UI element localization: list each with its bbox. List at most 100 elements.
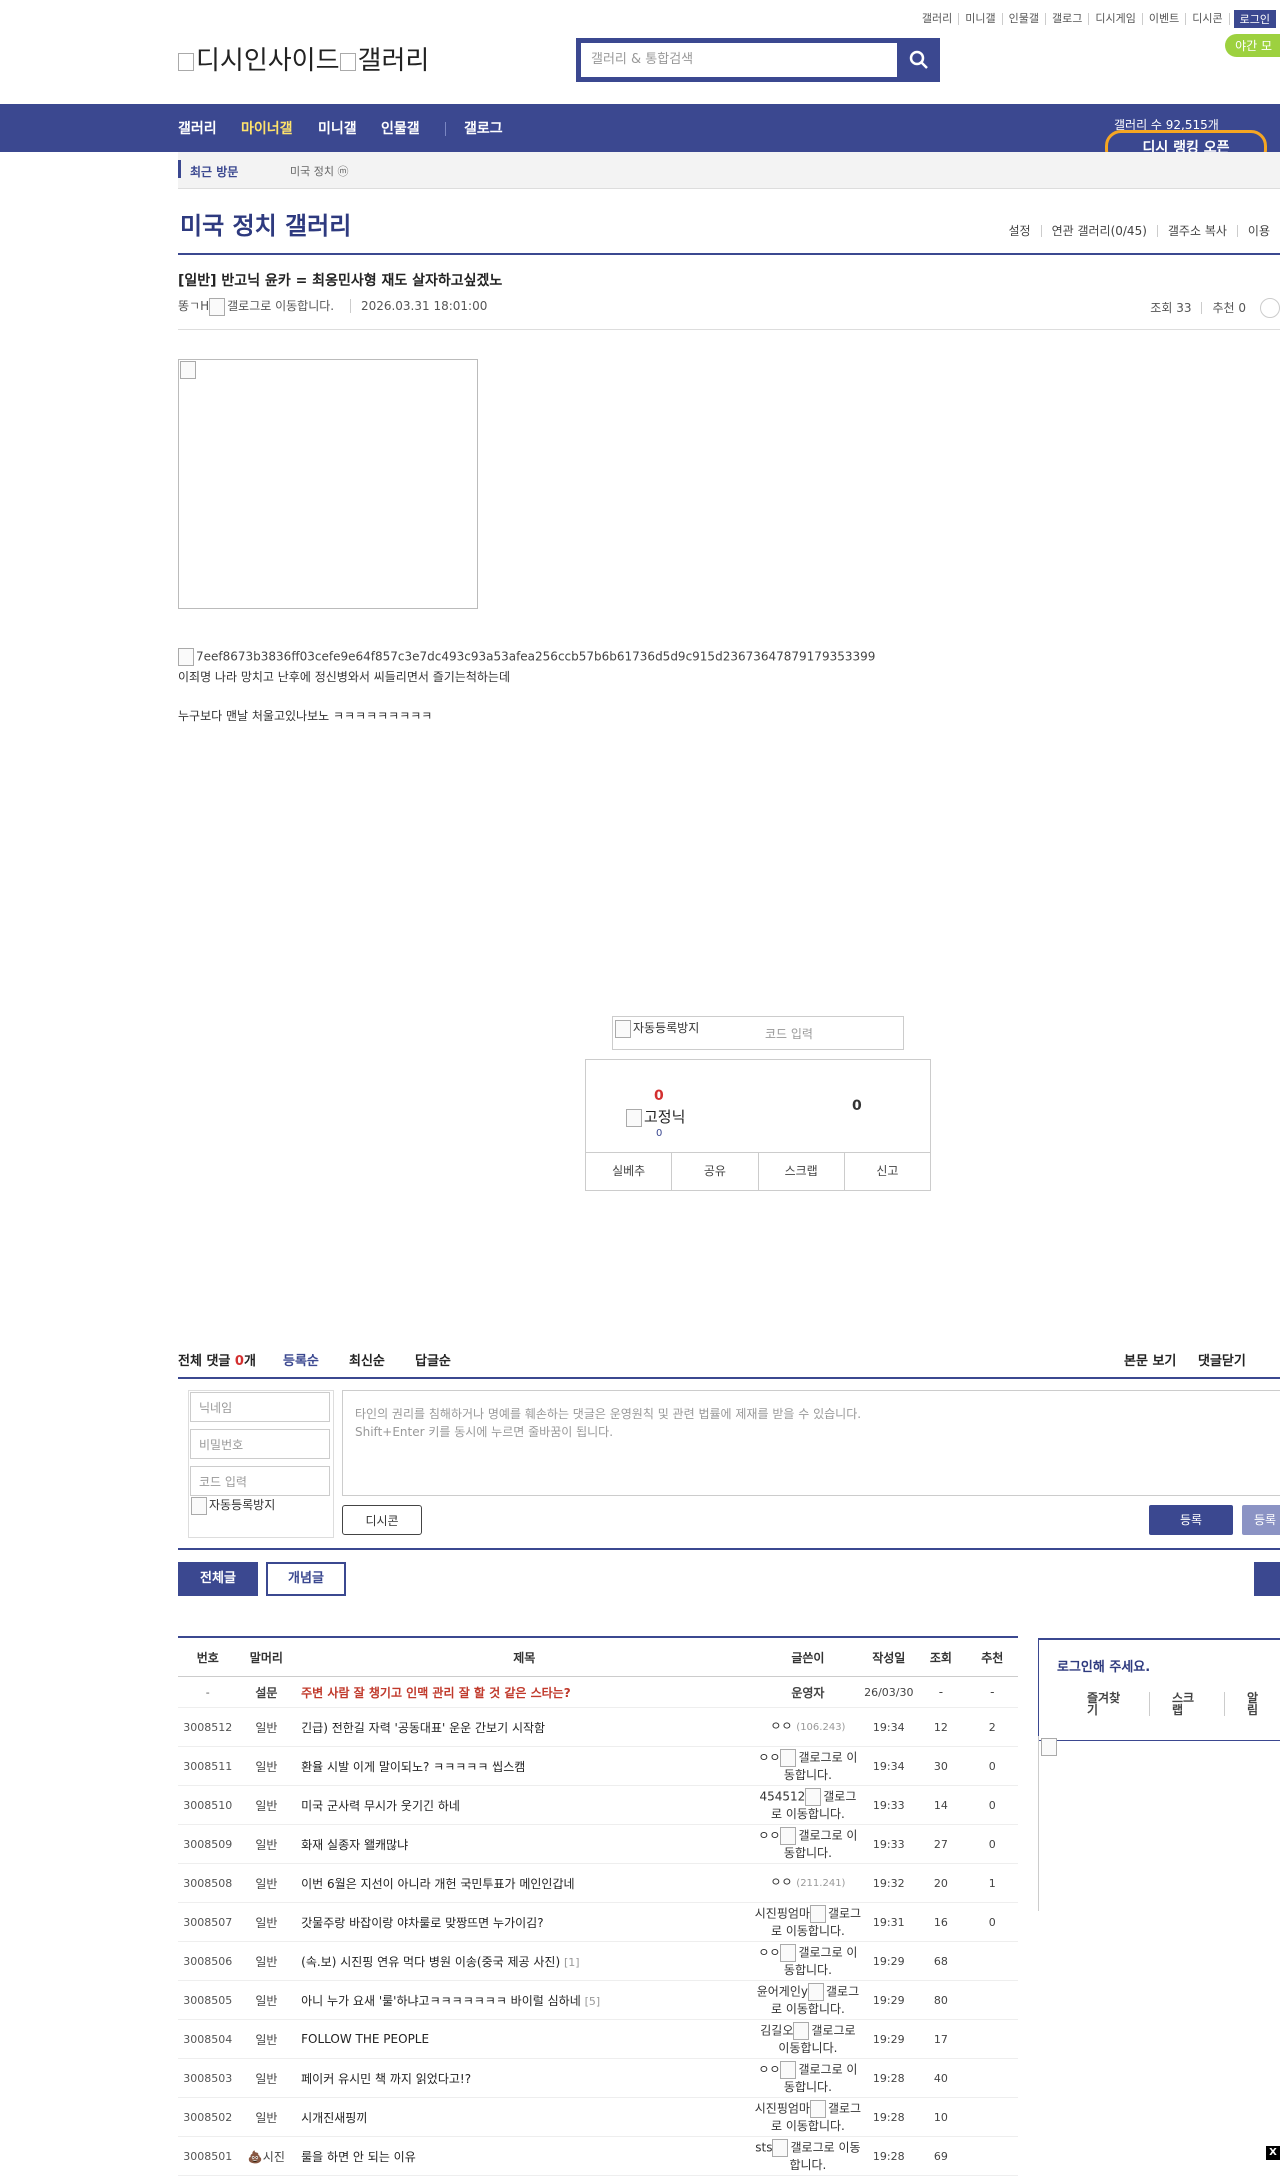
table-row[interactable]: 3008512 일반 긴급) 전한길 자력 '공동대표' 운운 간보기 시작함 ㅇㅇ… xyxy=(178,1707,1018,1747)
sort-replies[interactable]: 답글순 xyxy=(415,1350,451,1369)
nav-person-gallery[interactable]: 인물갤 xyxy=(381,118,420,138)
night-mode-button[interactable]: 야간 모 xyxy=(1225,34,1280,57)
writer-name[interactable]: ㅇㅇ xyxy=(770,1875,792,1889)
row-title-cell[interactable]: 미국 군사력 무시가 웃기긴 하네 xyxy=(295,1785,754,1825)
table-row[interactable]: 3008504 일반 FOLLOW THE PEOPLE 김길오 갤로그로 이동합니다… xyxy=(178,2019,1018,2059)
view-body-button[interactable]: 본문 보기 xyxy=(1124,1350,1176,1369)
sidebar-scrap[interactable]: 스크랩 xyxy=(1149,1692,1224,1716)
row-title[interactable]: 미국 군사력 무시가 웃기긴 하네 xyxy=(301,1799,460,1813)
row-writer[interactable]: ㅇㅇ 갤로그로 이동합니다. xyxy=(753,2058,863,2098)
gallog-icon[interactable] xyxy=(793,2021,810,2040)
nav-gallery[interactable]: 갤러리 xyxy=(178,118,217,138)
table-row[interactable]: 3008503 일반 페이커 유시민 책 까지 읽었다고!? ㅇㅇ 갤로그로 이동합니… xyxy=(178,2058,1018,2098)
row-writer[interactable]: ㅇㅇ 갤로그로 이동합니다. xyxy=(753,1941,863,1981)
nickname-input[interactable]: 닉네임 xyxy=(190,1392,330,1422)
comment-circle-icon[interactable] xyxy=(1260,298,1280,318)
tab-concept-posts[interactable]: 개념글 xyxy=(266,1562,346,1596)
row-title-cell[interactable]: (속.보) 시진핑 연유 먹다 병원 이송(중국 제공 사진) [1] xyxy=(295,1941,754,1981)
sidebar-alarm[interactable]: 알림 xyxy=(1224,1692,1280,1716)
report-button[interactable]: 신고 xyxy=(843,1153,930,1190)
recent-visit-item[interactable]: 미국 정치 ⓜ xyxy=(290,163,348,179)
row-title[interactable]: 갓물주랑 바잡이랑 야차룰로 맞짱뜨면 누가이김? xyxy=(301,1916,543,1930)
row-title[interactable]: 긴급) 전한길 자력 '공동대표' 운운 간보기 시작함 xyxy=(301,1721,545,1735)
captcha-code-input[interactable]: 코드 입력 xyxy=(765,1025,813,1042)
gallog-icon[interactable] xyxy=(780,2060,797,2079)
gallery-settings[interactable]: 설정 xyxy=(998,225,1040,237)
table-row[interactable]: 3008511 일반 환율 시발 이게 말이되노? ㅋㅋㅋㅋㅋ 씹스캠 ㅇㅇ 갤로그로… xyxy=(178,1746,1018,1786)
row-title-cell[interactable]: 페이커 유시민 책 까지 읽었다고!? xyxy=(295,2058,754,2098)
writer-name[interactable]: 454512 xyxy=(759,1789,805,1803)
best-recommend-button[interactable]: 실베추 xyxy=(586,1153,671,1190)
sort-latest[interactable]: 최신순 xyxy=(349,1350,385,1369)
tab-all-posts[interactable]: 전체글 xyxy=(178,1562,258,1596)
row-writer[interactable]: 윤어게인y 갤로그로 이동합니다. xyxy=(753,1980,863,2020)
comment-submit-plus-button[interactable]: 등록 xyxy=(1242,1505,1280,1535)
gallog-icon[interactable] xyxy=(809,2099,826,2118)
row-title-cell[interactable]: 갓물주랑 바잡이랑 야차룰로 맞짱뜨면 누가이김? xyxy=(295,1902,754,1942)
site-logo[interactable]: 디시인사이드 갤러리 xyxy=(178,40,429,77)
gallog-icon[interactable] xyxy=(772,2138,789,2157)
gallery-usage[interactable]: 이용 xyxy=(1236,225,1280,237)
search-input[interactable]: 갤러리 & 통합검색 xyxy=(581,43,897,77)
writer-name[interactable]: ㅇㅇ xyxy=(758,1828,780,1842)
reply-count[interactable]: [5] xyxy=(585,1995,601,2008)
login-prompt[interactable]: 로그인해 주세요. xyxy=(1057,1656,1150,1675)
table-row[interactable]: 3008509 일반 화재 실종자 왤캐많냐 ㅇㅇ 갤로그로 이동합니다. 19:33 2… xyxy=(178,1824,1018,1864)
row-title-cell[interactable]: 화재 실종자 왤캐많냐 xyxy=(295,1824,754,1864)
row-title[interactable]: (속.보) 시진핑 연유 먹다 병원 이송(중국 제공 사진) xyxy=(301,1955,560,1969)
row-title-cell[interactable]: 아니 누가 요새 '룰'하냐고ㅋㅋㅋㅋㅋㅋㅋ 바이럴 심하네 [5] xyxy=(295,1980,754,2020)
row-writer[interactable]: 김길오 갤로그로 이동합니다. xyxy=(753,2019,863,2059)
row-title-cell[interactable]: 환율 시발 이게 말이되노? ㅋㅋㅋㅋㅋ 씹스캠 xyxy=(295,1746,754,1786)
row-title[interactable]: 환율 시발 이게 말이되노? ㅋㅋㅋㅋㅋ 씹스캠 xyxy=(301,1760,525,1774)
table-row[interactable]: 3008507 일반 갓물주랑 바잡이랑 야차룰로 맞짱뜨면 누가이김? 시진핑엄마… xyxy=(178,1902,1018,1942)
gallog-icon[interactable] xyxy=(807,1982,824,2001)
writer-name[interactable]: 윤어게인y xyxy=(757,1984,808,1998)
writer-name[interactable]: ㅇㅇ xyxy=(758,1750,780,1764)
writer-name[interactable]: 시진핑엄마 xyxy=(755,2101,810,2115)
writer-name[interactable]: ㅇㅇ xyxy=(758,2062,780,2076)
sort-registered[interactable]: 등록순 xyxy=(283,1350,319,1369)
table-row[interactable]: 3008506 일반 (속.보) 시진핑 연유 먹다 병원 이송(중국 제공 사진)… xyxy=(178,1941,1018,1981)
table-row[interactable]: 3008510 일반 미국 군사력 무시가 웃기긴 하네 454512 갤로그로 이동… xyxy=(178,1785,1018,1825)
top-link-gallog[interactable]: 갤로그 xyxy=(1046,13,1090,25)
notice-row[interactable]: - 설문 주변 사람 잘 챙기고 인맥 관리 잘 할 것 같은 스타는? 운영자… xyxy=(178,1676,1018,1708)
sidebar-favorites[interactable]: 즐겨찾기 xyxy=(1039,1692,1149,1716)
close-comments-button[interactable]: 댓글닫기 xyxy=(1198,1350,1246,1369)
top-link-gallery[interactable]: 갤러리 xyxy=(916,13,960,25)
top-link-mini[interactable]: 미니갤 xyxy=(959,13,1003,25)
writer-name[interactable]: sts xyxy=(755,2140,772,2154)
row-title[interactable]: 룰을 하면 안 되는 이유 xyxy=(301,2150,416,2164)
close-icon[interactable]: X xyxy=(1266,2146,1280,2160)
row-title-cell[interactable]: FOLLOW THE PEOPLE xyxy=(295,2019,754,2059)
row-writer[interactable]: 시진핑엄마 갤로그로 이동합니다. xyxy=(753,2097,863,2137)
top-link-person[interactable]: 인물갤 xyxy=(1003,13,1047,25)
table-row[interactable]: 3008508 일반 이번 6월은 지선이 아니라 개헌 국민투표가 메인인갑네 ㅇ… xyxy=(178,1863,1018,1903)
notice-title[interactable]: 주변 사람 잘 챙기고 인맥 관리 잘 할 것 같은 스타는? xyxy=(295,1676,754,1708)
row-title-cell[interactable]: 시개진새핑끼 xyxy=(295,2097,754,2137)
table-row[interactable]: 3008505 일반 아니 누가 요새 '룰'하냐고ㅋㅋㅋㅋㅋㅋㅋ 바이럴 심하네 … xyxy=(178,1980,1018,2020)
row-title-cell[interactable]: 긴급) 전한길 자력 '공동대표' 운운 간보기 시작함 xyxy=(295,1707,754,1747)
writer-name[interactable]: ㅇㅇ xyxy=(770,1719,792,1733)
row-title[interactable]: FOLLOW THE PEOPLE xyxy=(301,2032,429,2046)
gallog-icon[interactable] xyxy=(780,1943,797,1962)
comment-submit-button[interactable]: 등록 xyxy=(1149,1505,1233,1535)
row-title[interactable]: 시개진새핑끼 xyxy=(301,2111,367,2125)
gallog-icon[interactable] xyxy=(780,1748,797,1767)
writer-name[interactable]: 시진핑엄마 xyxy=(755,1906,810,1920)
copy-gallery-address[interactable]: 갤주소 복사 xyxy=(1156,225,1237,237)
share-button[interactable]: 공유 xyxy=(671,1153,757,1190)
nav-mini-gallery[interactable]: 미니갤 xyxy=(318,118,357,138)
top-link-game[interactable]: 디시게임 xyxy=(1089,13,1143,25)
comment-code-input[interactable]: 코드 입력 xyxy=(190,1466,330,1496)
row-writer[interactable]: 454512 갤로그로 이동합니다. xyxy=(753,1785,863,1825)
gallog-icon[interactable] xyxy=(209,297,226,316)
row-title[interactable]: 페이커 유시민 책 까지 읽었다고!? xyxy=(301,2072,471,2086)
row-writer[interactable]: ㅇㅇ (106.243) xyxy=(753,1707,863,1747)
dccon-button[interactable]: 디시콘 xyxy=(342,1505,422,1535)
sidebar-ad-image[interactable] xyxy=(1038,1736,1280,1911)
top-link-dccon[interactable]: 디시콘 xyxy=(1186,13,1230,25)
row-writer[interactable]: ㅇㅇ (211.241) xyxy=(753,1863,863,1903)
comment-textarea[interactable]: 타인의 권리를 침해하거나 명예를 훼손하는 댓글은 운영원칙 및 관련 법률에… xyxy=(342,1390,1280,1496)
table-row[interactable]: 3008501 💩시진 룰을 하면 안 되는 이유 sts 갤로그로 이동합니다. 19… xyxy=(178,2136,1018,2176)
write-button-partial[interactable] xyxy=(1254,1562,1280,1596)
